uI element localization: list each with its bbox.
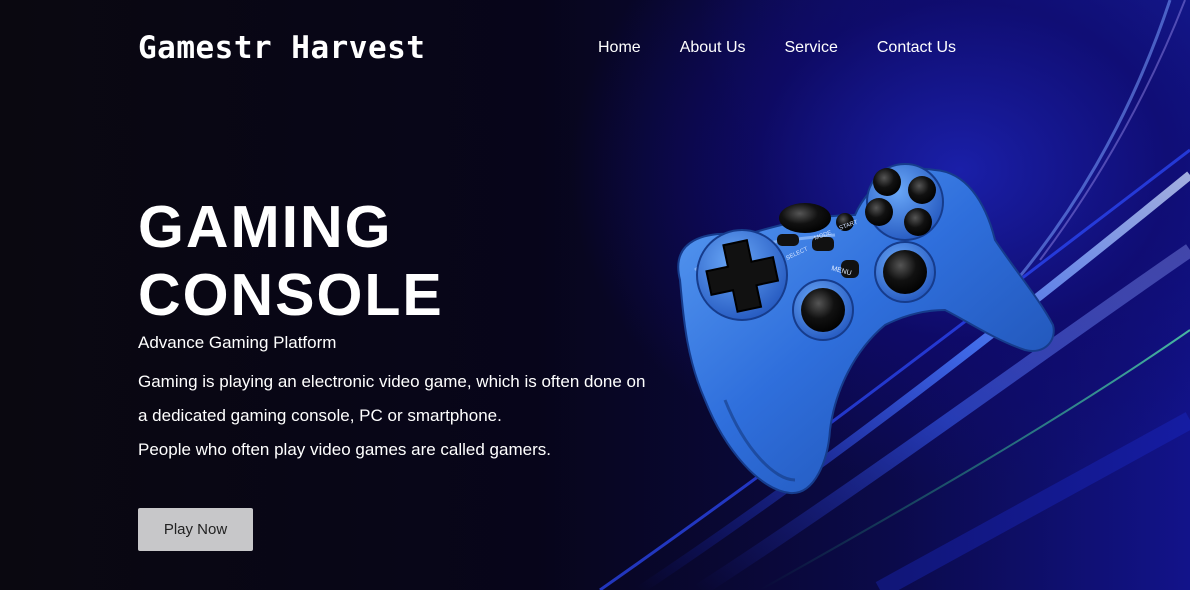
nav-about-us[interactable]: About Us [680,39,746,57]
hero-description: Gaming is playing an electronic video ga… [138,365,698,467]
hero-description-line-3: People who often play video games are ca… [138,440,551,459]
hero-title-line-1: GAMING [138,194,393,260]
hero-subtitle: Advance Gaming Platform [138,333,337,352]
gamepad-controller-image: SELECT MODE START MENU [677,163,1055,495]
play-now-button[interactable]: Play Now [138,508,253,551]
hero-description-line-2: a dedicated gaming console, PC or smartp… [138,406,502,425]
nav-contact-us[interactable]: Contact Us [877,39,956,57]
hero-description-line-1: Gaming is playing an electronic video ga… [138,372,646,391]
site-logo[interactable]: Gamestr Harvest [138,30,425,66]
hero-title-line-2: CONSOLE [138,262,444,328]
nav-home[interactable]: Home [598,39,641,57]
nav-service[interactable]: Service [785,39,838,57]
hero-title: GAMING CONSOLE [138,193,444,329]
main-nav: Home About Us Service Contact Us [598,39,956,57]
